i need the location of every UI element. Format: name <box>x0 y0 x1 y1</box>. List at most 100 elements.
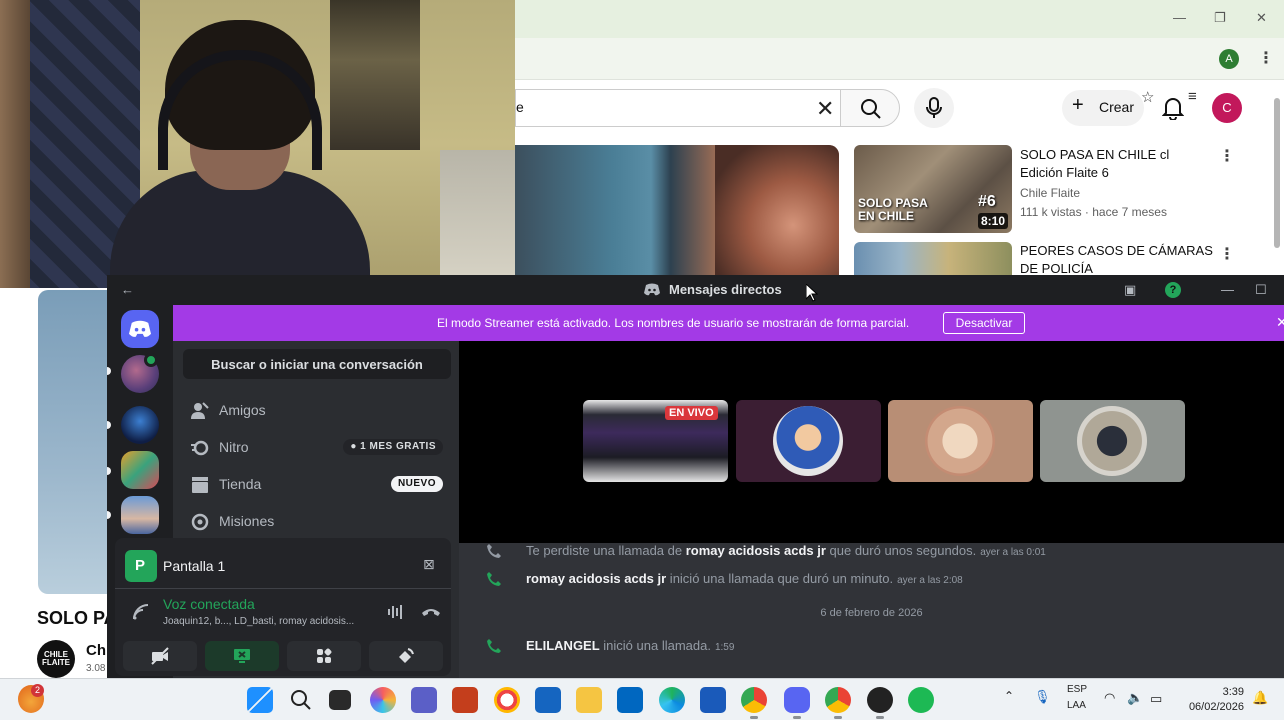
message-user[interactable]: ELILANGEL <box>526 638 600 653</box>
nav-item-quests[interactable]: Misiones <box>189 505 451 539</box>
yt-search-box[interactable] <box>515 89 840 127</box>
word-icon[interactable] <box>700 687 726 713</box>
notifications-bell-icon[interactable] <box>1162 96 1184 120</box>
soundboard-button[interactable] <box>369 641 443 671</box>
participant-tile[interactable] <box>1040 400 1185 482</box>
participant-tile[interactable] <box>888 400 1033 482</box>
profile-avatar[interactable]: A <box>1219 49 1239 69</box>
server-icon[interactable] <box>121 496 159 534</box>
voice-status[interactable]: Voz conectada <box>163 596 255 612</box>
minimize-icon[interactable]: — <box>1173 10 1186 25</box>
maximize-icon[interactable]: ☐ <box>1255 282 1267 298</box>
search-label: Buscar o iniciar una conversación <box>211 357 423 372</box>
activities-icon <box>317 648 332 663</box>
edge-icon[interactable] <box>659 687 685 713</box>
app-icon[interactable] <box>494 687 520 713</box>
search-input[interactable]: e <box>516 99 524 115</box>
chrome-menu-icon[interactable]: ⋮ <box>1258 48 1274 68</box>
obs-icon[interactable] <box>867 687 893 719</box>
restore-icon[interactable]: ❐ <box>1214 10 1226 26</box>
stream-preview[interactable]: Pantalla 1 ⊠ <box>125 546 441 582</box>
recommended-thumbnail[interactable]: SOLO PASA EN CHILE #6 8:10 <box>854 145 1012 233</box>
back-arrow-icon[interactable]: ← <box>121 282 134 297</box>
channel-logo[interactable]: CHILE FLAITE <box>37 640 75 678</box>
close-icon[interactable]: ✕ <box>1256 10 1267 26</box>
message-text: inició una llamada que duró un minuto. <box>666 571 894 586</box>
volume-icon[interactable]: 🔈 <box>1127 690 1143 706</box>
close-icon[interactable]: ✕ <box>1276 314 1284 331</box>
server-icon[interactable] <box>121 406 159 444</box>
unread-pill <box>107 421 111 429</box>
video-title[interactable]: SOLO PA <box>37 608 117 629</box>
discord-window: ← Mensajes directos ▣ ? — ☐ El modo Stre… <box>107 275 1284 678</box>
message-user[interactable]: romay acidosis acds jr <box>526 571 666 586</box>
participant-tile[interactable] <box>736 400 881 482</box>
windows-start-icon[interactable] <box>247 687 273 713</box>
scrollbar[interactable] <box>1273 88 1281 260</box>
message-user[interactable]: romay acidosis acds jr <box>686 543 826 558</box>
video-thumbnail[interactable] <box>38 290 108 594</box>
spotify-icon[interactable] <box>908 687 934 713</box>
account-avatar[interactable]: C <box>1212 93 1242 123</box>
recommended-title[interactable]: SOLO PASA EN CHILE cl Edición Flaite 6 <box>1020 146 1215 182</box>
teams-icon[interactable] <box>411 687 437 713</box>
recommended-channel[interactable]: Chile Flaite <box>1020 186 1080 200</box>
discord-titlebar: ← Mensajes directos ▣ ? — ☐ <box>107 275 1284 305</box>
server-icon[interactable] <box>121 451 159 489</box>
discord-logo-icon <box>644 283 660 296</box>
friends-icon <box>191 402 209 419</box>
disconnect-icon[interactable] <box>421 606 441 618</box>
notifications-icon[interactable]: 🔔 <box>1252 690 1268 706</box>
file-explorer-icon[interactable] <box>576 687 602 713</box>
noise-suppression-icon[interactable] <box>387 604 405 620</box>
discord-icon[interactable] <box>784 687 810 719</box>
app-icon <box>125 550 157 582</box>
nav-item-friends[interactable]: Amigos <box>189 394 451 428</box>
create-button[interactable]: + Crear <box>1062 90 1144 126</box>
screen-share-tile[interactable]: EN VIVO <box>583 400 728 482</box>
search-button[interactable] <box>840 89 900 127</box>
task-view-icon[interactable] <box>329 690 351 710</box>
call-message: Te perdiste una llamada de romay acidosi… <box>526 543 1046 558</box>
nav-label: Tienda <box>219 476 262 492</box>
language-indicator[interactable]: ESP <box>1067 684 1087 695</box>
stop-stream-icon[interactable]: ⊠ <box>423 556 435 573</box>
clock[interactable]: 3:39 06/02/2026 <box>1184 685 1244 715</box>
store-icon[interactable] <box>617 687 643 713</box>
chrome-icon[interactable] <box>741 687 767 719</box>
unread-pill <box>107 367 111 375</box>
direct-messages-button[interactable] <box>121 310 159 348</box>
help-icon[interactable]: ? <box>1165 282 1181 298</box>
nav-label: Nitro <box>219 439 249 455</box>
voice-search-button[interactable] <box>914 88 954 128</box>
outlook-icon[interactable] <box>535 687 561 713</box>
disable-streamer-button[interactable]: Desactivar <box>943 312 1025 334</box>
activities-button[interactable] <box>287 641 361 671</box>
microphone-icon[interactable]: 🎙 <box>1034 689 1051 705</box>
battery-icon[interactable]: ▭ <box>1150 691 1162 707</box>
participant-avatar <box>925 406 995 476</box>
copilot-icon[interactable] <box>370 687 396 713</box>
keyboard-layout[interactable]: LAA <box>1067 700 1086 711</box>
clock-date: 06/02/2026 <box>1188 701 1244 713</box>
nitro-promo-badge: ● 1 MES GRATIS <box>343 439 443 455</box>
clear-search-icon[interactable]: ✕ <box>816 96 834 122</box>
conversation-search[interactable]: Buscar o iniciar una conversación <box>183 349 451 379</box>
video-player[interactable] <box>515 145 839 279</box>
search-icon[interactable] <box>288 687 314 713</box>
more-options-icon[interactable]: ⋮ <box>1219 146 1235 166</box>
inbox-icon[interactable]: ▣ <box>1124 282 1136 298</box>
wifi-icon[interactable]: ◠ <box>1104 690 1115 706</box>
camera-button[interactable] <box>123 641 197 671</box>
webcam-feed <box>0 0 515 288</box>
nav-item-nitro[interactable]: Nitro ● 1 MES GRATIS <box>189 431 451 465</box>
chevron-up-icon[interactable]: ⌃ <box>1004 689 1014 703</box>
nav-item-shop[interactable]: Tienda NUEVO <box>189 468 451 502</box>
minimize-icon[interactable]: — <box>1221 282 1234 297</box>
screen-share-button[interactable] <box>205 641 279 671</box>
recommended-title[interactable]: PEORES CASOS DE CÁMARAS DE POLICÍA <box>1020 242 1215 278</box>
media-control-icon[interactable]: ≡ <box>1188 88 1197 105</box>
more-options-icon[interactable]: ⋮ <box>1219 244 1235 264</box>
chrome-profile-icon[interactable] <box>825 687 851 719</box>
powerpoint-icon[interactable] <box>452 687 478 713</box>
